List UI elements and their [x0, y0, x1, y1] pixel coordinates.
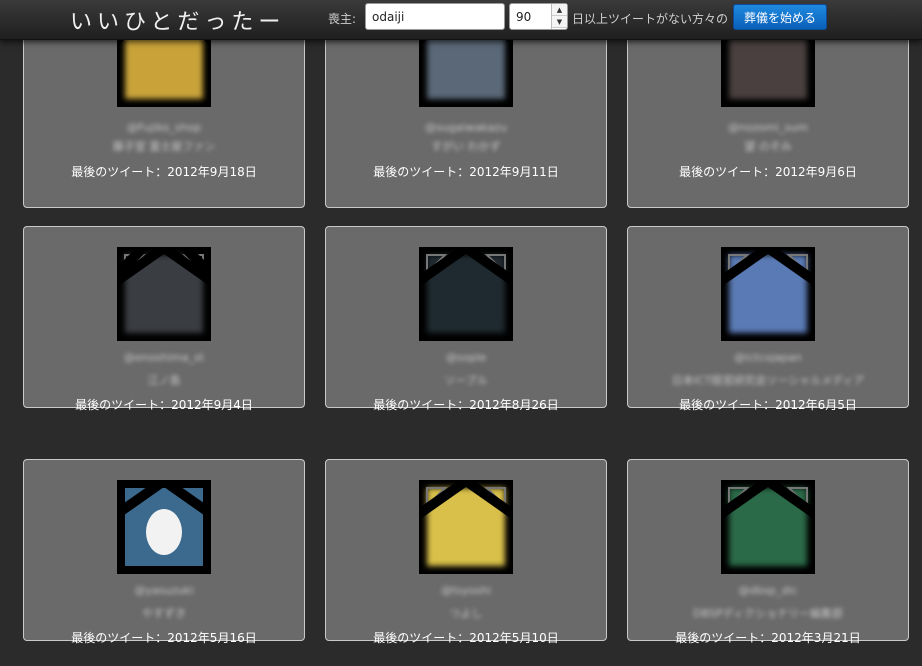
account-name: DBSPディクショナリー編集部: [693, 607, 843, 620]
account-card: @enoshima_st 江ノ島 最後のツイート：2012年9月4日: [23, 226, 305, 412]
last-tweet-date: 最後のツイート：2012年3月21日: [675, 631, 861, 645]
account-card: @nozomi_sum 望 のぞみ 最後のツイート：2012年9月6日: [627, 13, 909, 208]
last-tweet-date: 最後のツイート：2012年6月5日: [679, 398, 857, 412]
mourning-ribbon-icon: [721, 480, 815, 520]
last-tweet-date: 最後のツイート：2012年9月18日: [71, 165, 257, 179]
stepper-down-icon[interactable]: ▼: [552, 16, 567, 28]
days-stepper[interactable]: ▲ ▼: [551, 4, 567, 29]
mourner-label: 喪主:: [328, 12, 357, 26]
account-handle: @sople: [445, 351, 487, 364]
account-card: @sugaiwakazu すがい わかず 最後のツイート：2012年9月11日: [325, 13, 607, 208]
account-name: 藤子堂 富士屋ファン: [112, 140, 216, 153]
account-name: 日本ICT経営研究会ソーシャルメディア: [671, 374, 865, 387]
account-handle: @ictcojapan: [734, 351, 802, 364]
stepper-up-icon[interactable]: ▲: [552, 4, 567, 16]
mourning-ribbon-icon: [419, 480, 513, 520]
account-name: 江ノ島: [147, 374, 181, 387]
account-card: @tsyoshi つよし 最後のツイート：2012年5月10日: [325, 459, 607, 645]
last-tweet-date: 最後のツイート：2012年9月6日: [679, 165, 857, 179]
account-name: すがい わかず: [431, 140, 501, 153]
last-tweet-date: 最後のツイート：2012年8月26日: [373, 398, 559, 412]
avatar[interactable]: [117, 247, 211, 341]
account-name: つよし: [449, 607, 483, 620]
account-handle: @tsyoshi: [440, 584, 492, 597]
mourning-ribbon-icon: [721, 247, 815, 287]
account-handle: @enoshima_st: [123, 351, 205, 364]
last-tweet-date: 最後のツイート：2012年9月4日: [75, 398, 253, 412]
mourning-ribbon-icon: [117, 247, 211, 287]
last-tweet-date: 最後のツイート：2012年5月10日: [373, 631, 559, 645]
avatar[interactable]: [117, 480, 211, 574]
site-logo[interactable]: いいひとだったー: [70, 4, 285, 36]
account-handle: @yasuzuki: [134, 584, 194, 597]
account-card: @Fujiko_shop 藤子堂 富士屋ファン 最後のツイート：2012年9月1…: [23, 13, 305, 208]
avatar[interactable]: [419, 480, 513, 574]
account-name: 望 のぞみ: [744, 140, 792, 153]
account-card: @ictcojapan 日本ICT経営研究会ソーシャルメディア 最後のツイート：…: [627, 226, 909, 412]
account-name: やすずき: [142, 607, 186, 620]
account-handle: @Fujiko_shop: [126, 121, 202, 134]
start-funeral-button[interactable]: 葬儀を始める: [733, 4, 827, 30]
last-tweet-date: 最後のツイート：2012年9月11日: [373, 165, 559, 179]
account-handle: @sugaiwakazu: [425, 121, 507, 134]
mourning-ribbon-icon: [117, 480, 211, 520]
username-input[interactable]: [365, 3, 505, 30]
avatar[interactable]: [419, 247, 513, 341]
account-card: @yasuzuki やすずき 最後のツイート：2012年5月16日: [23, 459, 305, 645]
last-tweet-date: 最後のツイート：2012年5月16日: [71, 631, 257, 645]
days-suffix-label: 日以上ツイートがない方々の: [572, 12, 729, 26]
header-bar: いいひとだったー 喪主: ▲ ▼ 日以上ツイートがない方々の 葬儀を始める: [0, 0, 922, 40]
avatar[interactable]: [721, 480, 815, 574]
account-name: ソープル: [444, 374, 488, 387]
account-card: @dbsp_dic DBSPディクショナリー編集部 最後のツイート：2012年3…: [627, 459, 909, 645]
avatar[interactable]: [721, 247, 815, 341]
account-handle: @dbsp_dic: [738, 584, 798, 597]
mourning-ribbon-icon: [419, 247, 513, 287]
account-handle: @nozomi_sum: [728, 121, 808, 134]
account-card: @sople ソープル 最後のツイート：2012年8月26日: [325, 226, 607, 412]
